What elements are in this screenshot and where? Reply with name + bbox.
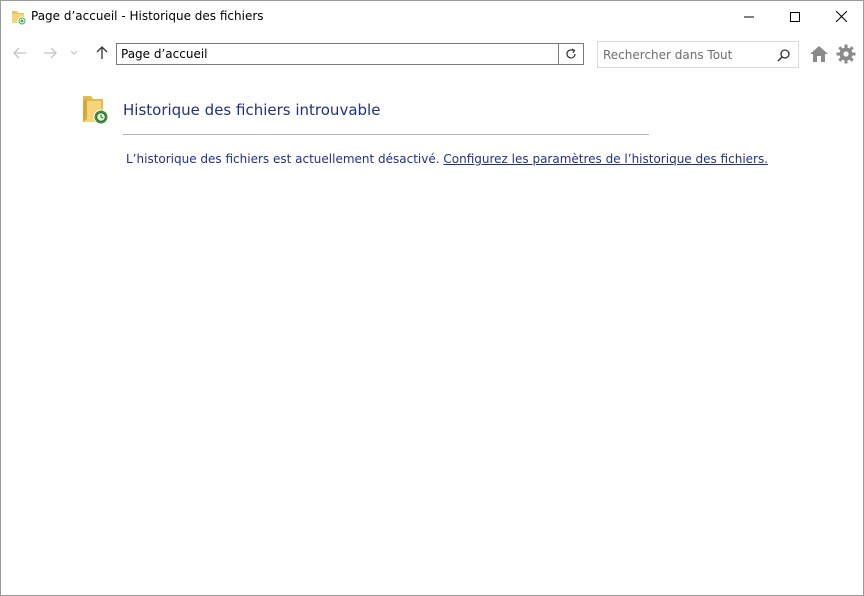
search-box[interactable]: Rechercher dans Tout — [597, 41, 799, 68]
close-button[interactable] — [818, 1, 864, 32]
chevron-down-icon — [70, 50, 78, 55]
address-text: Page d’accueil — [121, 47, 208, 61]
refresh-button[interactable] — [558, 43, 584, 65]
maximize-icon — [790, 11, 800, 22]
file-history-folder-icon — [83, 96, 109, 125]
status-text: L’historique des fichiers est actuelleme… — [126, 152, 440, 166]
file-history-window: Page d’accueil - Historique des fichiers… — [0, 0, 864, 596]
file-history-app-icon — [11, 9, 27, 26]
page-heading: Historique des fichiers introuvable — [123, 101, 381, 119]
recent-locations-button[interactable] — [65, 44, 83, 62]
refresh-icon — [566, 48, 576, 59]
status-message: L’historique des fichiers est actuelleme… — [126, 152, 768, 166]
minimize-button[interactable] — [726, 1, 772, 32]
title-bar[interactable]: Page d’accueil - Historique des fichiers — [1, 1, 863, 32]
address-bar[interactable]: Page d’accueil — [116, 43, 584, 65]
maximize-button[interactable] — [772, 1, 818, 32]
back-button[interactable] — [11, 44, 29, 62]
arrow-left-icon — [13, 47, 26, 59]
close-icon — [835, 11, 847, 22]
gear-icon[interactable] — [836, 44, 856, 64]
heading-divider — [123, 134, 649, 135]
forward-button[interactable] — [41, 44, 59, 62]
search-input[interactable]: Rechercher dans Tout — [603, 48, 732, 62]
configure-settings-link[interactable]: Configurez les paramètres de l’historiqu… — [443, 152, 768, 166]
navigation-bar: Page d’accueil Rechercher dans Tout — [1, 32, 863, 74]
arrow-right-icon — [44, 47, 57, 59]
search-icon[interactable] — [777, 48, 791, 62]
minimize-icon — [744, 16, 754, 17]
arrow-up-icon — [96, 46, 108, 59]
home-icon[interactable] — [809, 45, 829, 63]
up-button[interactable] — [93, 44, 111, 62]
window-title: Page d’accueil - Historique des fichiers — [31, 9, 264, 23]
